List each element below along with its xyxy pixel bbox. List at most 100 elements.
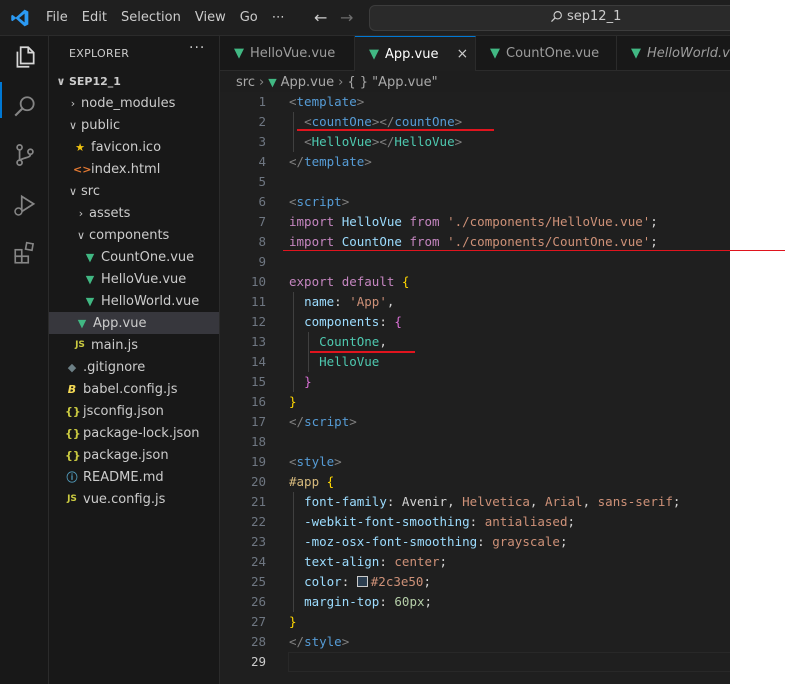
line-number: 14 — [250, 354, 266, 369]
menu-view[interactable]: View — [195, 10, 226, 25]
tree-item-package-lock[interactable]: {} package-lock.json — [49, 422, 219, 444]
tab-app-vue[interactable]: ▼ App.vue × — [355, 36, 476, 71]
command-center-search[interactable]: sep12_1 — [369, 5, 730, 31]
line-number: 11 — [250, 294, 266, 309]
tree-item-helloworld-vue[interactable]: ▼ HelloWorld.vue — [49, 290, 219, 312]
tree-item-vue-config[interactable]: JS vue.config.js — [49, 488, 219, 510]
tree-item-babel-config[interactable]: B babel.config.js — [49, 378, 219, 400]
project-root[interactable]: ∨ SEP12_1 — [49, 70, 219, 92]
tree-item-label: components — [89, 227, 170, 243]
code-line-15: } — [304, 374, 312, 389]
star-icon: ★ — [75, 140, 85, 154]
breadcrumb-symbol[interactable]: { } "App.vue" — [347, 75, 437, 90]
explorer-files-icon[interactable] — [12, 44, 38, 70]
tree-item-assets[interactable]: › assets — [49, 202, 219, 224]
annotation-underline — [283, 250, 785, 251]
vue-icon: ▼ — [85, 294, 95, 308]
chevron-right-icon: › — [338, 74, 344, 90]
code-line-6: <script> — [289, 194, 350, 209]
menu-selection[interactable]: Selection — [121, 10, 181, 25]
close-icon[interactable]: × — [456, 46, 468, 62]
menu-file[interactable]: File — [46, 10, 68, 25]
forward-arrow-icon[interactable]: → — [340, 8, 353, 27]
menu-go[interactable]: Go — [240, 10, 258, 25]
chevron-right-icon: › — [78, 206, 84, 220]
tree-item-app-vue[interactable]: ▼ App.vue — [49, 312, 219, 334]
tree-item-readme[interactable]: ⓘ README.md — [49, 466, 219, 488]
line-number: 28 — [250, 634, 266, 649]
vue-icon: ▼ — [85, 250, 95, 264]
tree-item-components[interactable]: ∨ components — [49, 224, 219, 246]
line-number: 10 — [250, 274, 266, 289]
vue-icon: ▼ — [369, 46, 379, 62]
chevron-down-icon: ∨ — [76, 228, 86, 242]
back-arrow-icon[interactable]: ← — [314, 8, 327, 27]
tree-item-countone-vue[interactable]: ▼ CountOne.vue — [49, 246, 219, 268]
code-line-10: export default { — [289, 274, 410, 289]
line-number: 25 — [250, 574, 266, 589]
code-editor[interactable]: 1 2 3 4 5 6 7 8 9 10 11 12 13 14 15 16 17 18 19 20 21 22 23 24 2… — [220, 92, 730, 684]
chevron-down-icon: ∨ — [56, 74, 66, 88]
tree-item-node-modules[interactable]: › node_modules — [49, 92, 219, 114]
tree-item-label: favicon.ico — [91, 139, 162, 155]
editor-tabs: ▼ HelloVue.vue ▼ App.vue × ▼ CountOne.vu… — [220, 36, 730, 71]
code-line-11: name: 'App', — [304, 294, 395, 309]
line-number: 26 — [250, 594, 266, 609]
code-line-24: text-align: center; — [304, 554, 448, 569]
chevron-down-icon: ∨ — [68, 118, 78, 132]
tree-item-label: babel.config.js — [83, 381, 178, 397]
extensions-icon[interactable] — [12, 240, 38, 266]
tree-item-index-html[interactable]: <> index.html — [49, 158, 219, 180]
source-control-icon[interactable] — [12, 142, 38, 168]
current-line-highlight — [288, 652, 730, 672]
tree-item-public[interactable]: ∨ public — [49, 114, 219, 136]
menu-edit[interactable]: Edit — [82, 10, 107, 25]
html-icon: <> — [73, 162, 92, 176]
explorer-title: EXPLORER — [69, 47, 130, 60]
tree-item-label: index.html — [91, 161, 161, 177]
tab-hellovue[interactable]: ▼ HelloVue.vue — [220, 36, 355, 70]
line-number: 19 — [250, 454, 266, 469]
tree-item-jsconfig[interactable]: {} jsconfig.json — [49, 400, 219, 422]
tree-item-label: HelloVue.vue — [101, 271, 187, 287]
code-line-28: </style> — [289, 634, 350, 649]
tree-item-src[interactable]: ∨ src — [49, 180, 219, 202]
tree-item-label: CountOne.vue — [101, 249, 195, 265]
tree-item-main-js[interactable]: JS main.js — [49, 334, 219, 356]
search-icon — [551, 11, 562, 22]
color-swatch[interactable] — [356, 576, 368, 587]
line-number: 8 — [258, 234, 266, 249]
search-view-icon[interactable] — [12, 94, 38, 120]
line-number: 4 — [258, 154, 266, 169]
annotation-underline — [310, 351, 415, 353]
vue-icon: ▼ — [631, 45, 641, 61]
json-icon: {} — [65, 448, 81, 462]
line-number: 21 — [250, 494, 266, 509]
line-number: 16 — [250, 394, 266, 409]
tree-item-label: vue.config.js — [83, 491, 166, 507]
tree-item-label: package.json — [83, 447, 169, 463]
tab-helloworld[interactable]: ▼ HelloWorld.vue — [617, 36, 730, 70]
tree-item-label: HelloWorld.vue — [101, 293, 200, 309]
tree-item-package-json[interactable]: {} package.json — [49, 444, 219, 466]
code-line-12: components: { — [304, 314, 402, 329]
run-debug-icon[interactable] — [12, 192, 38, 218]
tree-item-favicon[interactable]: ★ favicon.ico — [49, 136, 219, 158]
js-icon: JS — [67, 494, 77, 504]
tree-item-hellovue-vue[interactable]: ▼ HelloVue.vue — [49, 268, 219, 290]
code-line-8: import CountOne from './components/Count… — [289, 234, 658, 249]
activity-bar — [0, 36, 49, 684]
code-line-25: color: #2c3e50; — [304, 574, 431, 589]
breadcrumb-file[interactable]: App.vue — [281, 75, 334, 90]
vscode-logo-icon[interactable] — [10, 8, 30, 28]
explorer-more-icon[interactable]: ··· — [189, 40, 205, 56]
menu-more[interactable]: ⋯ — [272, 10, 285, 25]
code-line-14: HelloVue — [319, 354, 380, 369]
code-line-3: <HelloVue></HelloVue> — [304, 134, 463, 149]
line-number: 17 — [250, 414, 266, 429]
tab-countone[interactable]: ▼ CountOne.vue — [476, 36, 617, 70]
menu-bar: File Edit Selection View Go ⋯ — [46, 0, 299, 35]
breadcrumb-folder[interactable]: src — [236, 75, 255, 90]
tree-item-gitignore[interactable]: ◆ .gitignore — [49, 356, 219, 378]
breadcrumb: src › ▼ App.vue › { } "App.vue" — [236, 72, 438, 92]
